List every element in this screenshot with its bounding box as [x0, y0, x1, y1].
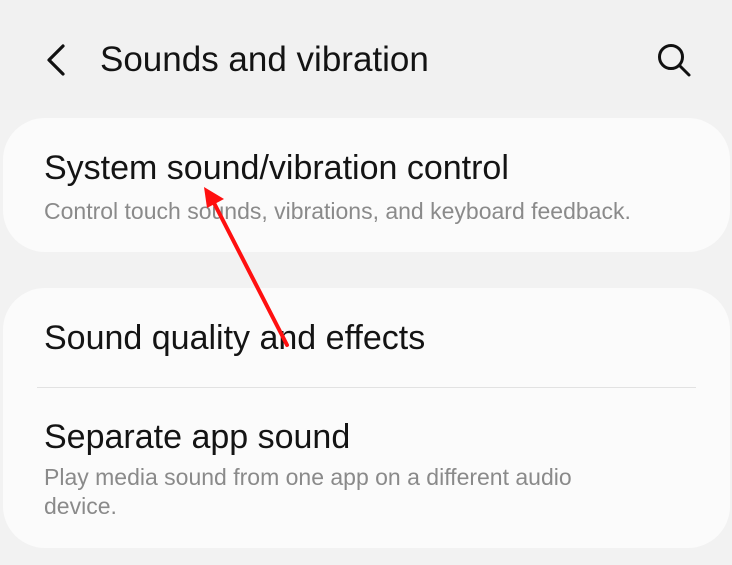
page-title: Sounds and vibration: [100, 40, 429, 79]
sound-quality-effects-item[interactable]: Sound quality and effects: [3, 288, 730, 386]
top-app-bar: Sounds and vibration: [0, 0, 732, 110]
system-sound-vibration-control-title: System sound/vibration control: [44, 149, 509, 187]
separate-app-sound-subtitle-line-1: Play media sound from one app on a diffe…: [44, 464, 572, 490]
settings-screen: Sounds and vibration System sound/vibrat…: [0, 0, 732, 565]
system-sound-vibration-control-subtitle: Control touch sounds, vibrations, and ke…: [44, 198, 631, 224]
sound-quality-effects-title: Sound quality and effects: [44, 319, 426, 357]
separate-app-sound-item[interactable]: Separate app sound Play media sound from…: [3, 388, 730, 548]
system-sound-vibration-control-item[interactable]: System sound/vibration control Control t…: [3, 118, 730, 252]
settings-card-audio: Sound quality and effects Separate app s…: [3, 288, 730, 548]
separate-app-sound-subtitle-line-2: device.: [44, 493, 117, 519]
settings-card-system: System sound/vibration control Control t…: [3, 118, 730, 252]
back-button[interactable]: [28, 34, 84, 86]
separate-app-sound-title: Separate app sound: [44, 418, 351, 456]
chevron-left-icon: [47, 44, 65, 76]
search-icon: [658, 44, 691, 77]
search-button[interactable]: [646, 34, 702, 86]
